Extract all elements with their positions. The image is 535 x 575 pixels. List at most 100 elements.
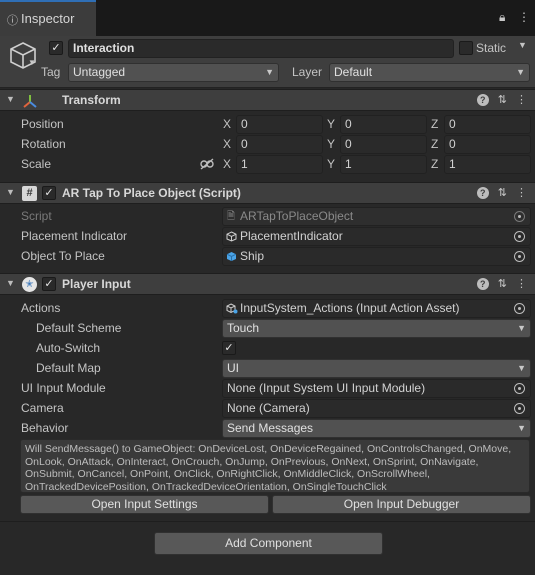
- transform-header[interactable]: ▼ Transform ? ⇅ ⋮: [0, 89, 535, 111]
- playerinput-header[interactable]: ▼ ✭ ✓ Player Input ? ⇅ ⋮: [0, 273, 535, 295]
- axis-x-label[interactable]: X: [223, 137, 231, 151]
- object-picker-icon[interactable]: [514, 403, 525, 414]
- position-x-field[interactable]: 0: [236, 115, 323, 134]
- rotation-x-field[interactable]: 0: [236, 135, 323, 154]
- behavior-dropdown[interactable]: Send Messages ▼: [222, 419, 531, 438]
- placement-indicator-label: Placement Indicator: [21, 229, 128, 243]
- open-input-debugger-button[interactable]: Open Input Debugger: [272, 495, 531, 514]
- axis-y-label[interactable]: Y: [327, 137, 335, 151]
- artap-enabled-checkbox[interactable]: ✓: [42, 186, 56, 200]
- transform-title: Transform: [62, 93, 121, 107]
- default-map-label: Default Map: [36, 361, 101, 375]
- object-picker-icon: [514, 211, 525, 222]
- camera-label: Camera: [21, 401, 64, 415]
- scale-x-field[interactable]: 1: [236, 155, 323, 174]
- static-dropdown-icon[interactable]: ▼: [518, 40, 527, 50]
- static-label: Static: [476, 41, 507, 55]
- camera-value: None (Camera): [227, 401, 310, 415]
- ui-input-module-field[interactable]: None (Input System UI Input Module): [222, 379, 531, 398]
- object-picker-icon[interactable]: [514, 303, 525, 314]
- presets-icon[interactable]: ⇅: [498, 93, 507, 106]
- scale-y-field[interactable]: 1: [340, 155, 427, 174]
- transform-axes-icon: [23, 95, 37, 108]
- rotation-z-field[interactable]: 0: [444, 135, 531, 154]
- ui-input-module-label: UI Input Module: [21, 381, 106, 395]
- chevron-down-icon: ▼: [265, 67, 274, 77]
- player-input-icon: ✭: [22, 277, 37, 292]
- playerinput-title: Player Input: [62, 277, 131, 291]
- component-menu-icon[interactable]: ⋮: [516, 93, 527, 106]
- object-name-field[interactable]: Interaction: [68, 39, 454, 58]
- lock-icon[interactable]: 🔒︎: [499, 10, 505, 25]
- object-to-place-field[interactable]: Ship: [222, 247, 531, 266]
- camera-field[interactable]: None (Camera): [222, 399, 531, 418]
- foldout-icon[interactable]: ▼: [6, 187, 15, 197]
- script-file-icon: 🗎︎: [227, 211, 236, 222]
- playerinput-enabled-checkbox[interactable]: ✓: [42, 277, 56, 291]
- script-label: Script: [21, 209, 52, 223]
- default-map-value: UI: [227, 361, 239, 375]
- script-field: 🗎︎ ARTapToPlaceObject: [222, 207, 531, 226]
- object-to-place-value: Ship: [240, 249, 265, 263]
- chevron-down-icon: ▼: [517, 423, 526, 433]
- axis-z-label[interactable]: Z: [431, 117, 438, 131]
- axis-x-label[interactable]: X: [223, 117, 231, 131]
- default-map-dropdown[interactable]: UI ▼: [222, 359, 531, 378]
- tab-bar: ⓘ Inspector 🔒︎ ⋮: [0, 0, 535, 36]
- script-value: ARTapToPlaceObject: [240, 209, 354, 223]
- actions-field[interactable]: InputSystem_Actions (Input Action Asset): [222, 299, 531, 318]
- tag-dropdown[interactable]: Untagged ▼: [68, 63, 279, 82]
- help-icon[interactable]: ?: [476, 94, 489, 106]
- component-menu-icon[interactable]: ⋮: [516, 186, 527, 199]
- component-menu-icon[interactable]: ⋮: [516, 277, 527, 290]
- constrain-proportions-icon[interactable]: [200, 158, 214, 170]
- actions-value: InputSystem_Actions (Input Action Asset): [240, 301, 460, 315]
- behavior-help-box: Will SendMessage() to GameObject: OnDevi…: [20, 439, 530, 493]
- object-picker-icon[interactable]: [514, 383, 525, 394]
- prefab-blue-cube-icon: [226, 252, 237, 261]
- static-checkbox[interactable]: [459, 41, 473, 55]
- tab-label: Inspector: [21, 11, 75, 26]
- help-icon[interactable]: ?: [476, 278, 489, 290]
- rotation-label: Rotation: [21, 137, 66, 151]
- input-action-asset-icon: [226, 303, 238, 314]
- open-input-settings-button[interactable]: Open Input Settings: [20, 495, 269, 514]
- script-hash-icon: #: [22, 186, 37, 201]
- chevron-down-icon: ▼: [516, 67, 525, 77]
- object-picker-icon[interactable]: [514, 231, 525, 242]
- add-component-button[interactable]: Add Component: [154, 532, 383, 555]
- kebab-menu-icon[interactable]: ⋮: [518, 10, 530, 24]
- default-scheme-dropdown[interactable]: Touch ▼: [222, 319, 531, 338]
- axis-z-label[interactable]: Z: [431, 137, 438, 151]
- default-scheme-value: Touch: [227, 321, 260, 335]
- axis-z-label[interactable]: Z: [431, 157, 438, 171]
- actions-label: Actions: [21, 301, 61, 315]
- position-z-field[interactable]: 0: [444, 115, 531, 134]
- rotation-y-field[interactable]: 0: [340, 135, 427, 154]
- chevron-down-icon[interactable]: ▼: [28, 58, 36, 67]
- presets-icon[interactable]: ⇅: [498, 277, 507, 290]
- axis-x-label[interactable]: X: [223, 157, 231, 171]
- tab-inspector[interactable]: ⓘ Inspector: [0, 0, 96, 36]
- tag-label: Tag: [41, 65, 61, 79]
- active-checkbox[interactable]: ✓: [49, 41, 63, 55]
- scale-z-field[interactable]: 1: [444, 155, 531, 174]
- behavior-label: Behavior: [21, 421, 69, 435]
- artap-header[interactable]: ▼ # ✓ AR Tap To Place Object (Script) ? ⇅…: [0, 182, 535, 204]
- placement-indicator-field[interactable]: PlacementIndicator: [222, 227, 531, 246]
- axis-y-label[interactable]: Y: [327, 117, 335, 131]
- chevron-down-icon: ▼: [517, 323, 526, 333]
- prefab-cube-icon: [226, 231, 237, 242]
- object-picker-icon[interactable]: [514, 251, 525, 262]
- chevron-down-icon: ▼: [517, 363, 526, 373]
- layer-dropdown[interactable]: Default ▼: [329, 63, 530, 82]
- foldout-icon[interactable]: ▼: [6, 278, 15, 288]
- presets-icon[interactable]: ⇅: [498, 186, 507, 199]
- position-y-field[interactable]: 0: [340, 115, 427, 134]
- axis-y-label[interactable]: Y: [327, 157, 335, 171]
- object-to-place-label: Object To Place: [21, 249, 105, 263]
- help-icon[interactable]: ?: [476, 187, 489, 199]
- foldout-icon[interactable]: ▼: [6, 94, 15, 104]
- auto-switch-checkbox[interactable]: ✓: [222, 341, 236, 355]
- scale-label: Scale: [21, 157, 52, 171]
